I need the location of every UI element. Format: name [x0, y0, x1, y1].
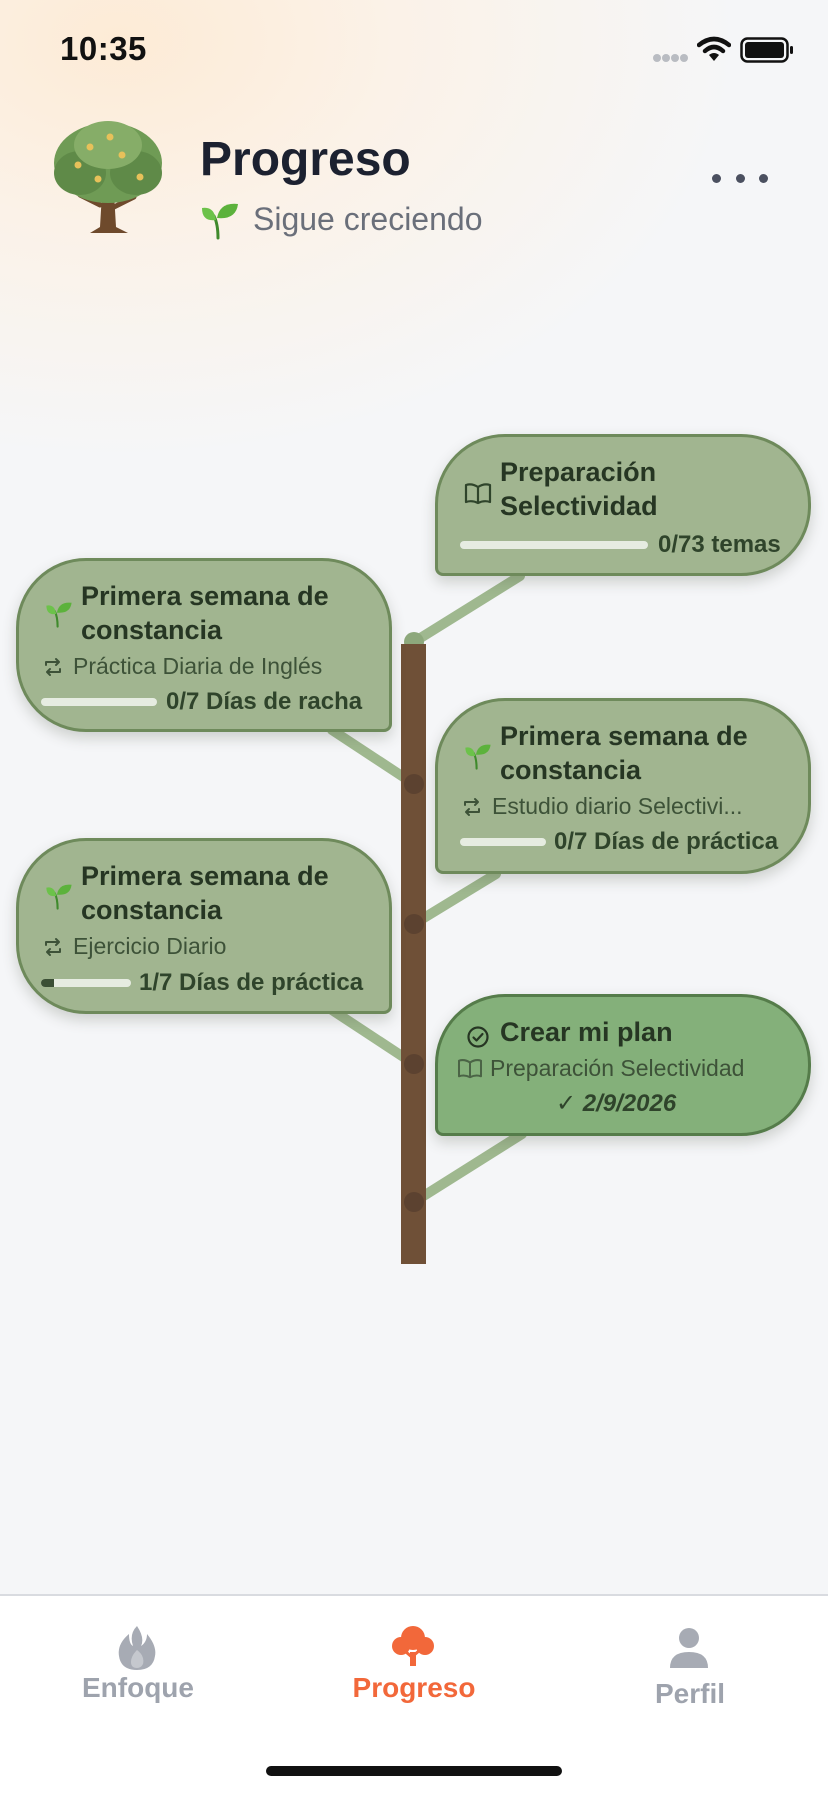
card-title: Preparación — [500, 457, 657, 487]
status-time: 10:35 — [60, 30, 147, 67]
tab-progreso[interactable]: Progreso — [276, 1596, 552, 1746]
sprout-icon — [465, 744, 491, 770]
tree-icon — [392, 1626, 434, 1666]
card-title: Primera semana de — [500, 721, 748, 751]
trunk-knot — [404, 1054, 424, 1074]
goal-card-ejercicio-diario[interactable]: Primera semana de constancia Ejercicio D… — [16, 838, 392, 1014]
progress-fill — [41, 979, 54, 987]
trunk-knot — [404, 774, 424, 794]
progress-bar — [41, 698, 157, 706]
progress-label: 0/73 temas — [658, 531, 781, 558]
card-title: Crear mi plan — [500, 1017, 673, 1047]
tab-perfil[interactable]: Perfil — [552, 1596, 828, 1746]
more-dot-icon — [735, 173, 745, 183]
progress-label: 0/7 Días de práctica — [554, 828, 779, 855]
cellular-signal-icon — [653, 54, 688, 62]
person-icon — [670, 1628, 708, 1668]
more-dot-icon — [759, 173, 768, 183]
book-icon — [464, 483, 492, 505]
card-title: Primera semana de — [81, 861, 329, 891]
goal-card-estudio-diario[interactable]: Primera semana de constancia Estudio dia… — [435, 698, 811, 874]
progress-bar — [41, 979, 131, 987]
goal-card-preparacion-selectividad[interactable]: Preparación Selectividad 0/73 temas — [435, 434, 811, 576]
home-indicator — [266, 1766, 562, 1776]
card-title: constancia — [500, 755, 642, 785]
wifi-icon — [697, 36, 731, 61]
tree-illustration-icon — [54, 121, 162, 233]
flame-icon — [118, 1626, 156, 1670]
sprout-icon — [46, 884, 72, 910]
more-dot-icon — [712, 173, 721, 183]
more-options-button[interactable] — [712, 163, 768, 193]
completion-date: ✓ 2/9/2026 — [556, 1090, 677, 1117]
tab-bar: Enfoque Progreso Perfil — [0, 1594, 828, 1794]
tab-label: Enfoque — [82, 1672, 194, 1703]
tab-label: Progreso — [352, 1672, 476, 1703]
card-title: Selectividad — [500, 491, 658, 521]
trunk-knot — [404, 1192, 424, 1212]
page-title: Progreso — [200, 133, 411, 186]
repeat-icon — [464, 798, 480, 816]
card-title: constancia — [81, 615, 223, 645]
battery-icon — [740, 37, 793, 63]
sprout-icon — [46, 602, 72, 628]
status-bar: 10:35 — [0, 0, 828, 100]
tab-enfoque[interactable]: Enfoque — [0, 1596, 276, 1746]
card-subtitle: Ejercicio Diario — [73, 933, 227, 959]
book-icon — [457, 1059, 483, 1079]
progress-label: 1/7 Días de práctica — [139, 969, 364, 996]
card-title: constancia — [81, 895, 223, 925]
progress-label: 0/7 Días de racha — [166, 688, 363, 715]
card-subtitle: Práctica Diaria de Inglés — [73, 653, 323, 679]
progress-bar — [460, 838, 546, 846]
progress-bar — [460, 541, 648, 549]
repeat-icon — [45, 938, 61, 956]
card-subtitle: Estudio diario Selectivi... — [492, 793, 743, 819]
check-circle-icon — [467, 1026, 489, 1048]
page-subtitle: Sigue creciendo — [253, 201, 483, 237]
sprout-icon — [202, 203, 238, 240]
tab-label: Perfil — [654, 1678, 726, 1709]
trunk-knot — [404, 914, 424, 934]
repeat-icon — [45, 658, 61, 676]
card-subtitle: Preparación Selectividad — [490, 1055, 745, 1081]
tree-trunk — [401, 644, 426, 1264]
goal-card-practica-ingles[interactable]: Primera semana de constancia Práctica Di… — [16, 558, 392, 732]
goal-card-crear-mi-plan[interactable]: Crear mi plan Preparación Selectividad ✓… — [435, 994, 811, 1136]
card-title: Primera semana de — [81, 581, 329, 611]
